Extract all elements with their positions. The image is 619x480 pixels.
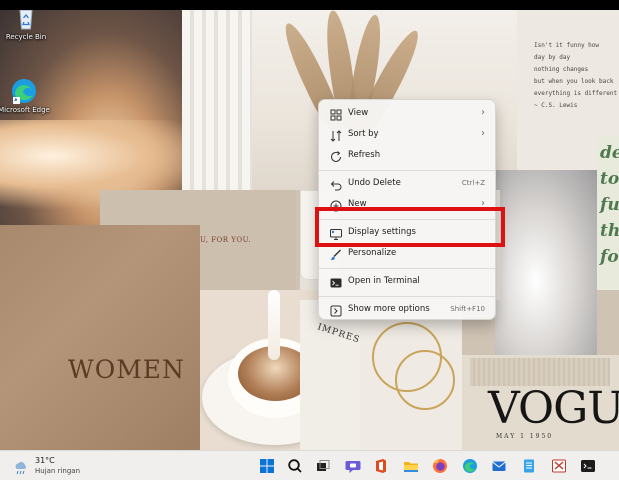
menu-item-undo-delete[interactable]: Undo Delete Ctrl+Z xyxy=(323,174,493,194)
hoop xyxy=(395,350,455,410)
sort-icon xyxy=(329,128,343,142)
taskbar: 31°C Hujan ringan xyxy=(0,450,619,480)
search-icon[interactable] xyxy=(286,457,304,475)
top-bar xyxy=(0,0,619,10)
chevron-right-icon: › xyxy=(481,107,485,118)
terminal-icon[interactable] xyxy=(579,457,597,475)
menu-item-shortcut: Shift+F10 xyxy=(450,305,485,313)
menu-separator xyxy=(319,268,495,269)
menu-item-sort-by[interactable]: Sort by › xyxy=(323,125,493,145)
desktop-icon-edge[interactable]: Microsoft Edge xyxy=(0,76,54,115)
menu-item-refresh[interactable]: Refresh xyxy=(323,146,493,166)
weather-condition: Hujan ringan xyxy=(35,467,81,475)
women-text: WOMEN xyxy=(68,355,185,384)
office-icon[interactable] xyxy=(372,457,390,475)
menu-item-label: Personalize xyxy=(348,248,397,258)
notepad-icon[interactable] xyxy=(520,457,538,475)
edge-icon xyxy=(9,76,39,106)
more-options-icon xyxy=(329,303,343,317)
terminal-icon xyxy=(329,275,343,289)
menu-item-label: Undo Delete xyxy=(348,178,401,188)
menu-item-show-more-options[interactable]: Show more options Shift+F10 xyxy=(323,300,493,320)
menu-item-label: Refresh xyxy=(348,150,381,160)
menu-item-label: Sort by xyxy=(348,129,379,139)
refresh-icon xyxy=(329,149,343,163)
wallpaper-women: WOMEN xyxy=(0,225,200,450)
recycle-bin-icon xyxy=(11,10,41,33)
mail-icon[interactable] xyxy=(490,457,508,475)
vogue-text: VOGUE xyxy=(488,383,619,434)
vogue-date: MAY 1 1950 xyxy=(496,433,554,440)
menu-item-personalize[interactable]: Personalize xyxy=(323,244,493,264)
wallpaper-hoops xyxy=(360,300,462,450)
file-explorer-icon[interactable] xyxy=(402,457,420,475)
quote-text: Isn't it funny how day by day nothing ch… xyxy=(534,42,618,109)
desktop-icon-label: Microsoft Edge xyxy=(0,106,50,114)
desktop[interactable]: Isn't it funny how day by day nothing ch… xyxy=(0,10,619,450)
undo-icon xyxy=(329,177,343,191)
menu-separator xyxy=(319,170,495,171)
highlight-box xyxy=(315,207,505,247)
snipping-tool-icon[interactable] xyxy=(550,457,568,475)
desktop-icon-label: Recycle Bin xyxy=(5,33,47,41)
grid-icon xyxy=(329,107,343,121)
wallpaper-cloud xyxy=(495,170,597,355)
chevron-right-icon: › xyxy=(481,128,485,139)
weather-temperature: 31°C xyxy=(35,456,55,465)
vogue-header xyxy=(470,358,610,386)
wallpaper-green-text: de to fu th fo xyxy=(597,135,619,290)
milk-pour xyxy=(268,290,280,360)
wallpaper-vogue: VOGUE MAY 1 1950 xyxy=(462,355,619,450)
brush-icon xyxy=(329,247,343,261)
edge-icon[interactable] xyxy=(461,457,479,475)
firefox-icon[interactable] xyxy=(431,457,449,475)
desktop-icon-recycle-bin[interactable]: Recycle Bin xyxy=(0,10,56,42)
menu-item-label: Show more options xyxy=(348,304,430,314)
task-view-icon[interactable] xyxy=(314,457,332,475)
curtain xyxy=(182,10,252,190)
weather-rain-icon xyxy=(13,460,29,475)
windows-start-icon[interactable] xyxy=(258,457,276,475)
menu-item-open-in-terminal[interactable]: Open in Terminal xyxy=(323,272,493,292)
menu-item-label: View xyxy=(348,108,369,118)
menu-separator xyxy=(319,296,495,297)
menu-item-shortcut: Ctrl+Z xyxy=(461,179,485,187)
menu-item-label: Open in Terminal xyxy=(348,276,420,286)
teams-chat-icon[interactable] xyxy=(344,457,362,475)
menu-item-view[interactable]: View › xyxy=(323,104,493,124)
